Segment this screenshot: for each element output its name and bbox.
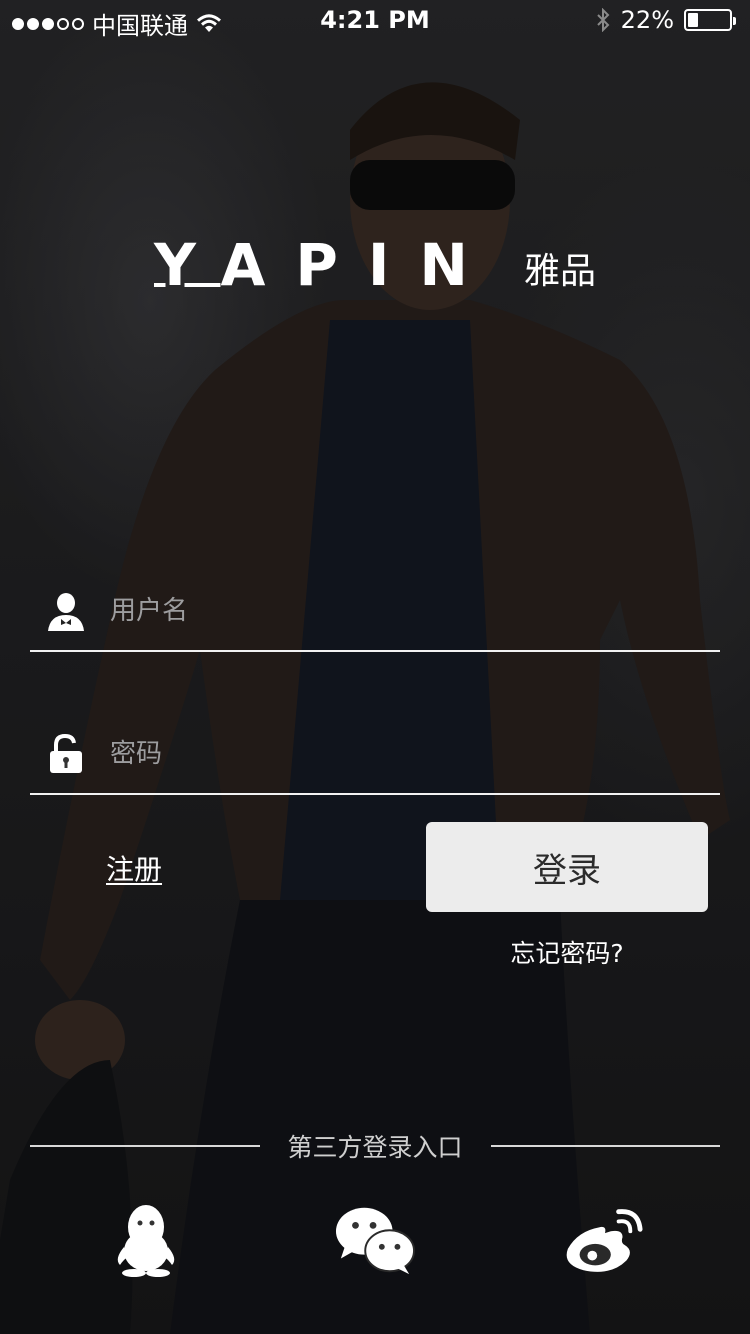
password-field: [30, 715, 720, 795]
register-link[interactable]: 注册: [106, 848, 162, 888]
lock-icon: [46, 732, 86, 776]
battery-percent: 22%: [620, 6, 674, 34]
logo-english: YAPIN: [154, 236, 498, 294]
qq-icon: [117, 1205, 175, 1277]
status-bar: 中国联通 4:21 PM 22%: [0, 0, 750, 40]
bluetooth-icon: [596, 8, 610, 32]
status-right: 22%: [595, 6, 738, 34]
third-party-label: 第三方登录入口: [287, 1133, 463, 1162]
app-logo: YAPIN 雅品: [0, 236, 750, 294]
username-field: [30, 572, 720, 652]
logo-chinese: 雅品: [523, 251, 596, 292]
weibo-icon: [566, 1209, 643, 1272]
logo-rest-letters: APIN: [220, 231, 498, 299]
divider-line-left: [30, 1145, 260, 1147]
divider-line-right: [490, 1145, 721, 1147]
login-button[interactable]: 登录: [426, 822, 708, 912]
user-icon: [46, 589, 86, 633]
username-input[interactable]: [110, 581, 720, 641]
password-input[interactable]: [110, 724, 720, 784]
forgot-password-link[interactable]: 忘记密码?: [426, 934, 708, 970]
battery-icon: [684, 9, 736, 31]
qq-login-button[interactable]: [106, 1200, 186, 1280]
wechat-login-button[interactable]: [335, 1200, 415, 1280]
weibo-login-button[interactable]: [564, 1200, 644, 1280]
battery-fill: [688, 13, 698, 27]
third-party-divider: 第三方登录入口: [30, 1124, 721, 1168]
wechat-icon: [335, 1207, 415, 1275]
logo-first-letter: Y: [154, 231, 221, 299]
